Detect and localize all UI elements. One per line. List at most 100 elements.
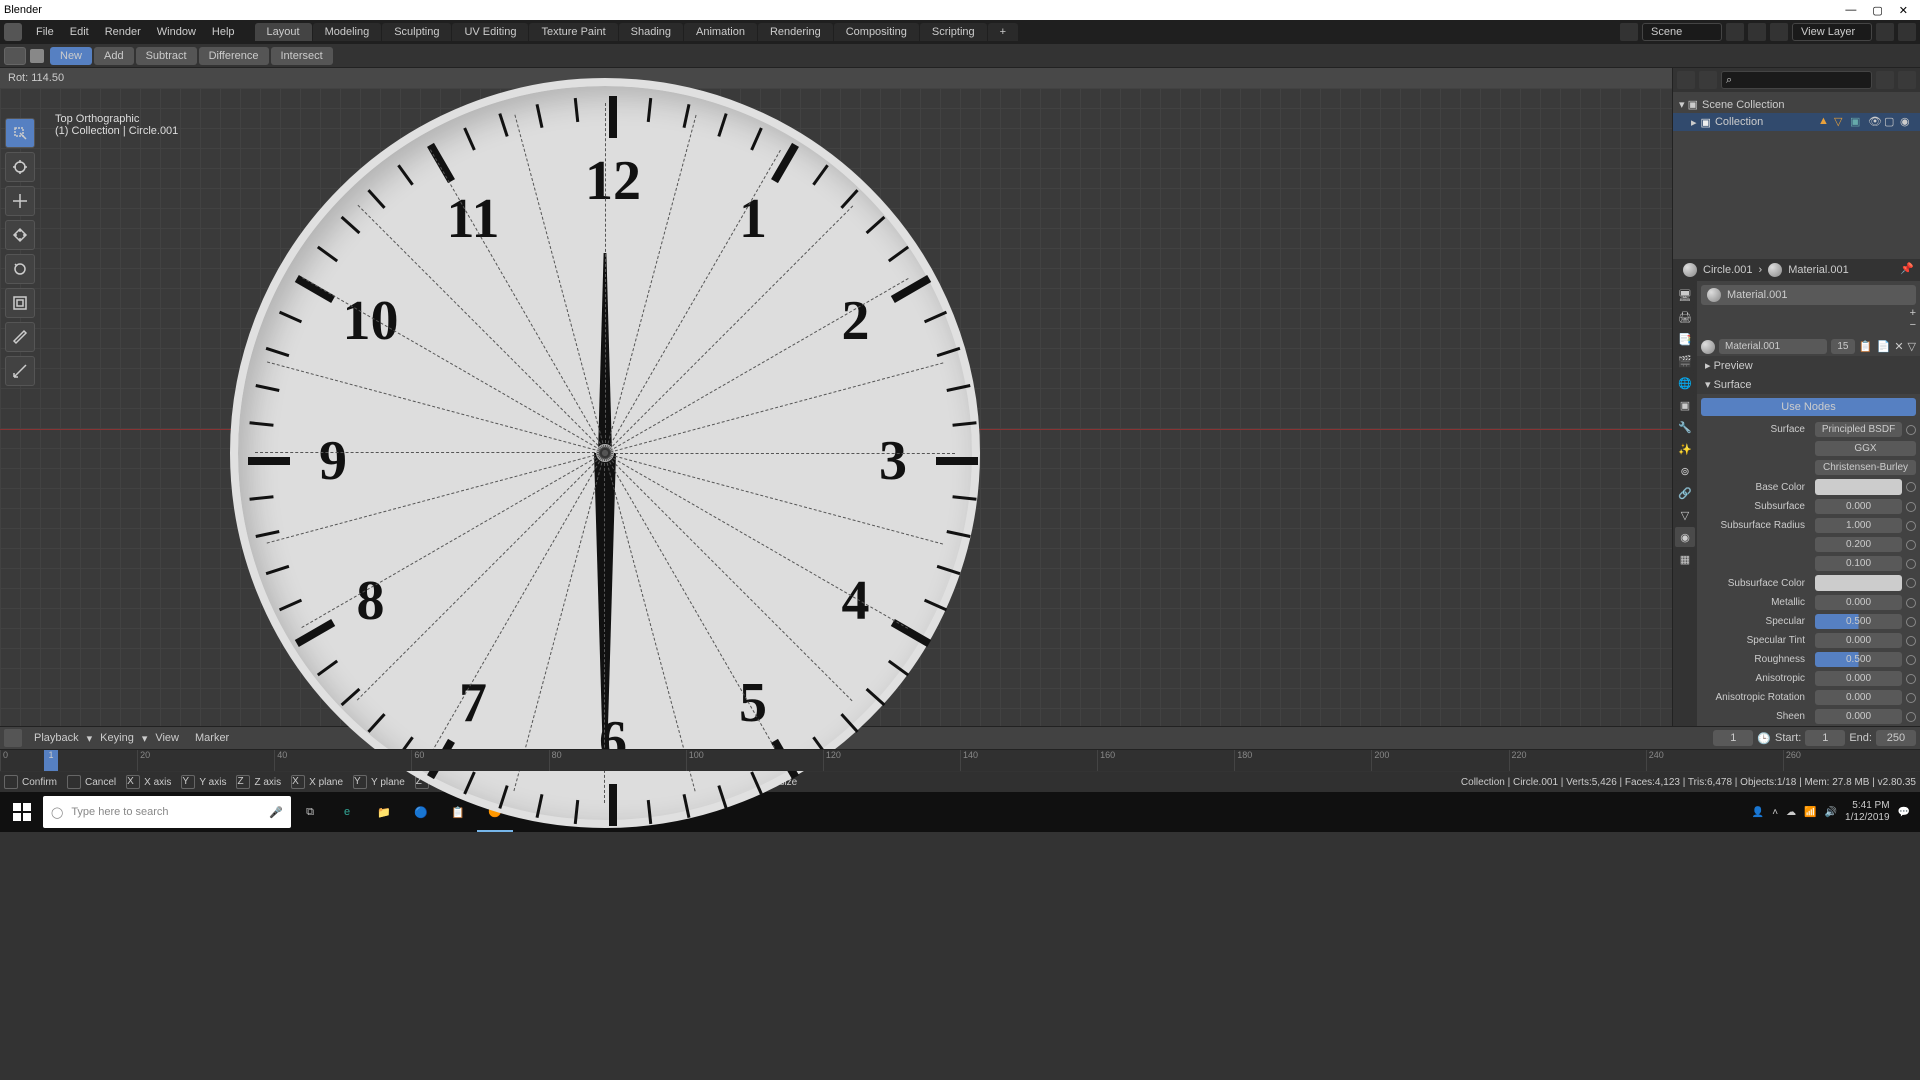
scene-name-field[interactable]: Scene xyxy=(1642,23,1722,41)
outliner-scene-collection[interactable]: ▾ ▣ Scene Collection xyxy=(1673,96,1920,113)
timeline-keying[interactable]: Keying xyxy=(92,732,142,744)
menu-render[interactable]: Render xyxy=(97,26,149,38)
tab-object[interactable]: ▣ xyxy=(1675,395,1695,415)
tab-constraints[interactable]: 🔗 xyxy=(1675,483,1695,503)
timeline-editor-icon[interactable] xyxy=(4,729,22,747)
tab-compositing[interactable]: Compositing xyxy=(834,23,919,41)
annotate-tool[interactable] xyxy=(5,322,35,352)
viewlayer-name-field[interactable]: View Layer xyxy=(1792,23,1872,41)
difference-button[interactable]: Difference xyxy=(199,47,269,65)
tab-shading[interactable]: Shading xyxy=(619,23,683,41)
preview-section[interactable]: ▸ Preview xyxy=(1697,356,1920,375)
eye-icon[interactable]: 👁 xyxy=(1868,115,1882,129)
sss-method-dropdown[interactable]: Christensen-Burley xyxy=(1815,460,1916,475)
tray-onedrive-icon[interactable]: ☁ xyxy=(1786,807,1796,818)
tab-world[interactable]: 🌐 xyxy=(1675,373,1695,393)
tab-texturepaint[interactable]: Texture Paint xyxy=(529,23,617,41)
outliner-filter-icon[interactable] xyxy=(1876,71,1894,89)
tab-layout[interactable]: Layout xyxy=(255,23,312,41)
node-socket-icon[interactable] xyxy=(1906,617,1916,627)
surface-shader-dropdown[interactable]: Principled BSDF xyxy=(1815,422,1902,437)
unlink-material-icon[interactable]: ✕ xyxy=(1894,340,1903,353)
outliner-editor-icon[interactable] xyxy=(1677,71,1695,89)
color-swatch[interactable] xyxy=(1815,479,1902,495)
tab-render[interactable]: 🖥 xyxy=(1675,285,1695,305)
outliner-new-collection-icon[interactable] xyxy=(1898,71,1916,89)
viewport-disable-icon[interactable]: ▢ xyxy=(1884,115,1898,129)
material-browse-icon[interactable] xyxy=(1701,340,1715,354)
prop-Specular Tint[interactable]: 0.000 xyxy=(1815,633,1902,648)
tab-texture[interactable]: ▦ xyxy=(1675,549,1695,569)
tab-physics[interactable]: ⊚ xyxy=(1675,461,1695,481)
material-slot[interactable]: Material.001 xyxy=(1701,285,1916,305)
outliner-search[interactable]: ⌕ xyxy=(1721,71,1872,89)
remove-slot-icon[interactable]: − xyxy=(1910,319,1916,331)
tab-uvediting[interactable]: UV Editing xyxy=(452,23,528,41)
breadcrumb-object[interactable]: Circle.001 xyxy=(1703,264,1753,276)
new-button[interactable]: New xyxy=(50,47,92,65)
scene-browse-icon[interactable] xyxy=(1620,23,1638,41)
prop-Subsurface Radius[interactable]: 0.200 xyxy=(1815,537,1902,552)
menu-help[interactable]: Help xyxy=(204,26,243,38)
prop-Subsurface Radius[interactable]: 0.100 xyxy=(1815,556,1902,571)
copy-material-icon[interactable]: 📄 xyxy=(1877,340,1891,353)
outliner-display-icon[interactable] xyxy=(1699,71,1717,89)
timeline-view[interactable]: View xyxy=(147,732,187,744)
timeline-track[interactable]: 020406080100120140160180200220240260 1 xyxy=(0,749,1920,771)
viewlayer-browse-icon[interactable] xyxy=(1770,23,1788,41)
node-socket-icon[interactable] xyxy=(1906,598,1916,608)
node-socket-icon[interactable] xyxy=(1906,693,1916,703)
tab-scene[interactable]: 🎬 xyxy=(1675,351,1695,371)
tab-animation[interactable]: Animation xyxy=(684,23,757,41)
chevron-right-icon[interactable]: ▸ xyxy=(1691,116,1697,129)
node-socket-icon[interactable] xyxy=(1906,425,1916,435)
tray-up-icon[interactable]: ˄ xyxy=(1772,807,1778,818)
tray-clock[interactable]: 5:41 PM 1/12/2019 xyxy=(1845,800,1890,824)
prop-Anisotropic Rotation[interactable]: 0.000 xyxy=(1815,690,1902,705)
end-frame-field[interactable]: 250 xyxy=(1876,730,1916,746)
tab-rendering[interactable]: Rendering xyxy=(758,23,833,41)
scene-del-icon[interactable] xyxy=(1748,23,1766,41)
node-socket-icon[interactable] xyxy=(1906,502,1916,512)
distribution-dropdown[interactable]: GGX xyxy=(1815,441,1916,456)
tray-network-icon[interactable]: 📶 xyxy=(1804,807,1816,818)
color-swatch[interactable] xyxy=(1815,575,1902,591)
node-socket-icon[interactable] xyxy=(1906,712,1916,722)
menu-edit[interactable]: Edit xyxy=(62,26,97,38)
sync-icon[interactable]: 🕒 xyxy=(1757,732,1771,745)
measure-tool[interactable] xyxy=(5,356,35,386)
node-toggle-icon[interactable]: ▽ xyxy=(1908,340,1916,353)
prop-Subsurface[interactable]: 0.000 xyxy=(1815,499,1902,514)
tab-add[interactable]: + xyxy=(988,23,1018,41)
prop-Metallic[interactable]: 0.000 xyxy=(1815,595,1902,610)
tab-material[interactable]: ◉ xyxy=(1675,527,1695,547)
prop-Roughness[interactable]: 0.500 xyxy=(1815,652,1902,667)
viewport-canvas[interactable]: Top Orthographic (1) Collection | Circle… xyxy=(0,88,1672,726)
material-users[interactable]: 15 xyxy=(1831,339,1855,354)
blender-logo-icon[interactable] xyxy=(4,23,22,41)
tab-output[interactable]: 🖨 xyxy=(1675,307,1695,327)
maximize-icon[interactable]: ▢ xyxy=(1872,4,1882,17)
node-socket-icon[interactable] xyxy=(1906,540,1916,550)
subtract-button[interactable]: Subtract xyxy=(136,47,197,65)
tab-modeling[interactable]: Modeling xyxy=(313,23,382,41)
outliner-tree[interactable]: ▾ ▣ Scene Collection ▸ ▣ Collection ▲ ▽ … xyxy=(1673,92,1920,259)
start-button[interactable] xyxy=(2,792,42,832)
tray-people-icon[interactable]: 👤 xyxy=(1752,807,1764,818)
breadcrumb-material[interactable]: Material.001 xyxy=(1788,264,1849,276)
new-material-icon[interactable]: 📋 xyxy=(1859,340,1873,353)
node-socket-icon[interactable] xyxy=(1906,482,1916,492)
viewport-3d[interactable]: Rot: 114.50 Top Orthographic (1) Collect… xyxy=(0,68,1672,726)
tab-modifiers[interactable]: 🔧 xyxy=(1675,417,1695,437)
tab-data[interactable]: ▽ xyxy=(1675,505,1695,525)
material-slot-list[interactable]: Material.001 + − xyxy=(1697,281,1920,337)
pin-icon[interactable]: 📌 xyxy=(1900,262,1916,278)
cursor-tool[interactable] xyxy=(5,152,35,182)
timeline-playback[interactable]: Playback xyxy=(26,732,87,744)
scale-tool[interactable] xyxy=(5,254,35,284)
brush-icon[interactable] xyxy=(30,49,44,63)
surface-section[interactable]: ▾ Surface xyxy=(1697,375,1920,394)
start-frame-field[interactable]: 1 xyxy=(1805,730,1845,746)
node-socket-icon[interactable] xyxy=(1906,655,1916,665)
node-socket-icon[interactable] xyxy=(1906,636,1916,646)
